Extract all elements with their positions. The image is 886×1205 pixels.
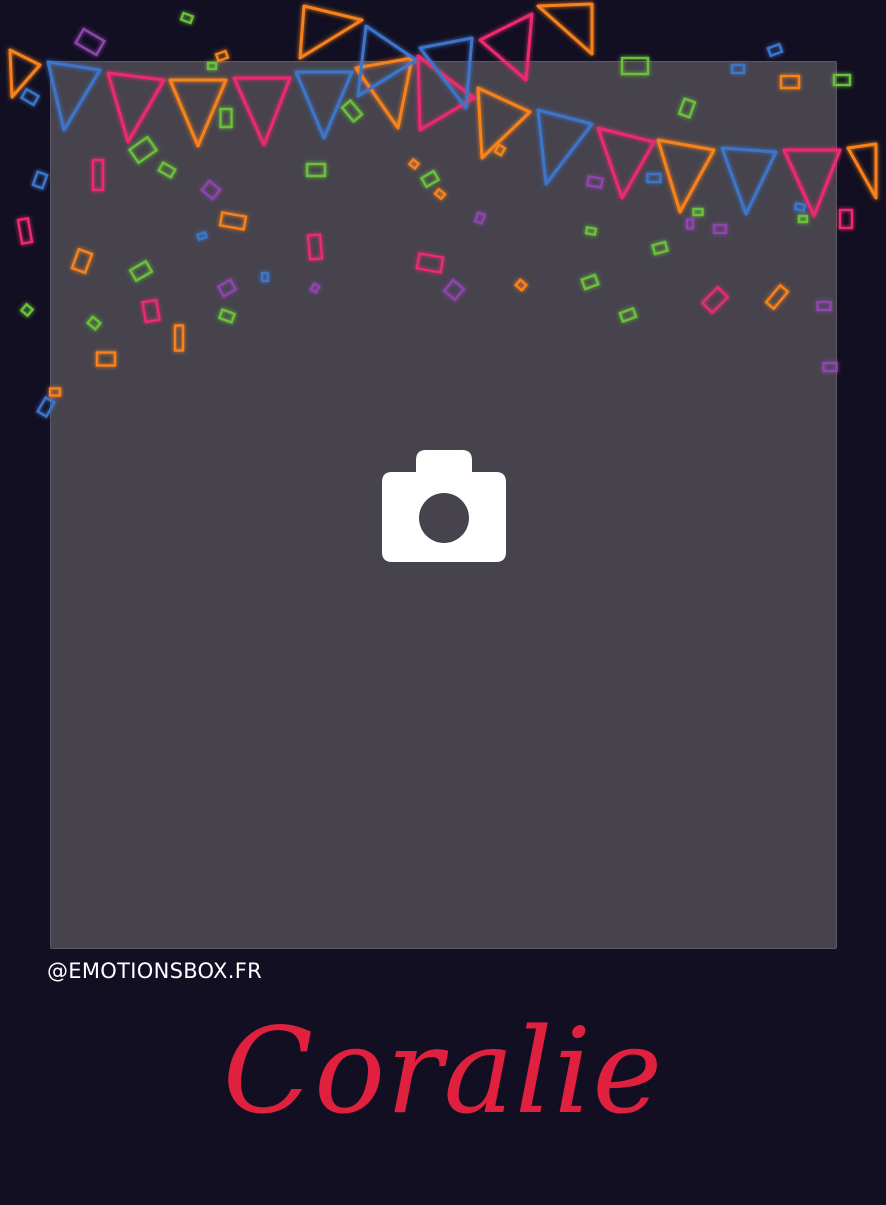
camera-icon[interactable] xyxy=(382,450,506,562)
confetti-piece xyxy=(16,216,34,246)
confetti-piece xyxy=(838,208,854,230)
confetti-piece xyxy=(73,27,107,57)
confetti-piece xyxy=(19,87,41,107)
confetti-piece xyxy=(179,11,195,25)
bunting-flag xyxy=(298,4,364,60)
bunting-flag xyxy=(8,48,42,99)
bunting-flag xyxy=(536,2,594,56)
social-handle: @EMOTIONSBOX.FR xyxy=(47,959,262,983)
guest-name: Coralie xyxy=(222,1002,664,1140)
confetti-piece xyxy=(766,42,784,58)
confetti-piece xyxy=(19,302,35,318)
bunting-flag xyxy=(846,142,878,200)
confetti-piece xyxy=(31,170,49,190)
confetti-piece xyxy=(214,49,230,63)
